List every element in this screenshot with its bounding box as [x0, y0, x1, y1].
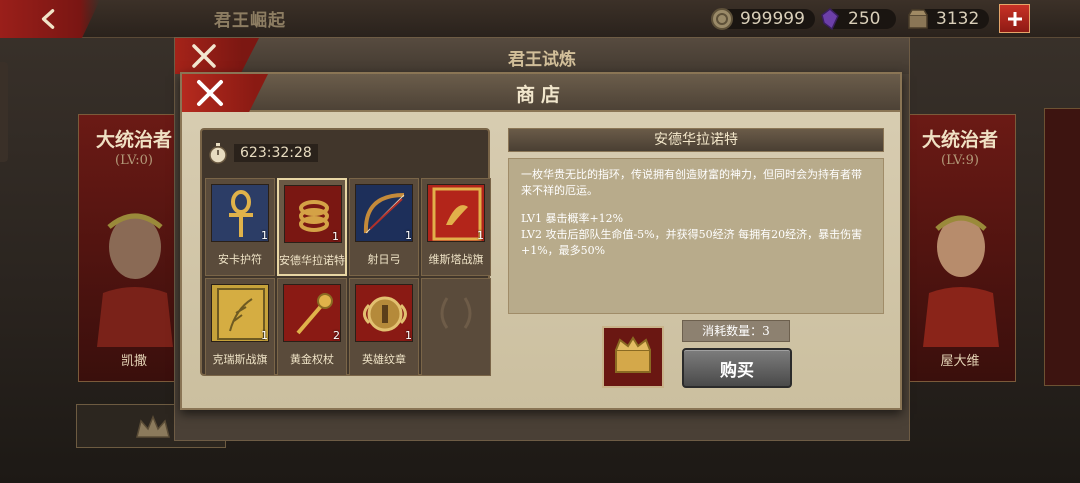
top-bar: 君王崛起 999999 250 3132 [0, 0, 1080, 38]
item-qty: 1 [261, 229, 268, 242]
buy-button[interactable]: 购买 [682, 348, 792, 388]
cost-amount: 消耗数量：3 [682, 320, 790, 342]
item-slot-hero-emblem[interactable]: 1 英雄纹章 [349, 278, 419, 376]
item-slot-andvaranaut[interactable]: 1 安德华拉诺特 [277, 178, 347, 276]
item-qty: 1 [261, 329, 268, 342]
item-slot-ankh[interactable]: 1 安卡护符 [205, 178, 275, 276]
shop-header: 商店 [182, 74, 900, 112]
stopwatch-icon [209, 143, 227, 164]
item-description: 一枚华贵无比的指环，传说拥有创造财富的神力，但同时会为持有者带来不祥的厄运。 [521, 168, 862, 197]
coin-icon [711, 8, 733, 30]
coin-resource: 999999 [710, 7, 815, 31]
item-qty: 1 [405, 329, 412, 342]
item-qty: 1 [477, 229, 484, 242]
item-qty: 2 [333, 329, 340, 342]
item-qty: 1 [405, 229, 412, 242]
timer-value: 623:32:28 [234, 144, 318, 162]
item-label: 安德华拉诺特 [279, 254, 345, 267]
item-label: 安卡护符 [218, 253, 262, 266]
hero-name: 凯撒 [120, 354, 147, 369]
hero-card-partial[interactable] [1044, 108, 1080, 386]
item-label: 黄金权杖 [290, 353, 334, 366]
item-detail-title: 安德华拉诺特 [508, 128, 884, 152]
close-icon [197, 80, 223, 106]
item-qty: 1 [332, 230, 339, 243]
hero-rank: 大统治者 [95, 129, 172, 151]
shop-dialog: 商店 623:32:28 1 安卡护符 1 安德华拉诺特 1 射日弓 1 维斯塔… [180, 72, 902, 410]
item-label: 英雄纹章 [362, 353, 406, 366]
top-title: 君王崛起 [214, 11, 286, 31]
item-effect-lv1: LV1 暴击概率+12% [521, 212, 624, 225]
hero-level: (LV:9) [941, 153, 979, 168]
item-label: 维斯塔战旗 [428, 253, 484, 266]
octavian-portrait-icon [923, 215, 999, 347]
shop-title: 商店 [515, 84, 566, 106]
item-slots: 1 安卡护符 1 安德华拉诺特 1 射日弓 1 维斯塔战旗 1 克瑞斯战旗 2 … [205, 178, 491, 376]
hero-level: (LV:0) [115, 153, 153, 168]
close-icon [192, 44, 216, 68]
item-grid-panel: 623:32:28 1 安卡护符 1 安德华拉诺特 1 射日弓 1 维斯塔战旗 … [200, 128, 491, 376]
item-effect-lv2: LV2 攻击后部队生命值-5%，并获得50经济 每拥有20经济，暴击伤害+1%，… [521, 228, 863, 257]
laurel-placeholder-icon [427, 284, 485, 342]
caesar-portrait-icon [97, 213, 173, 347]
hero-rank: 大统治者 [921, 129, 998, 151]
hero-card-right[interactable]: 大统治者 (LV:9) 屋大维 [904, 114, 1016, 382]
item-slot-vesta-banner[interactable]: 1 维斯塔战旗 [421, 178, 491, 276]
back-button[interactable] [0, 0, 100, 38]
supply-chest-icon [908, 9, 928, 29]
add-resource-button[interactable] [999, 4, 1030, 33]
item-label: 克瑞斯战旗 [212, 353, 268, 366]
crown-icon [136, 415, 170, 438]
item-label: 射日弓 [367, 253, 401, 266]
refresh-timer: 623:32:28 [208, 142, 318, 164]
trial-dialog-title: 君王试炼 [508, 50, 576, 70]
gem-resource: 250 [818, 7, 897, 31]
plus-icon [1007, 11, 1022, 26]
back-arrow-icon [41, 9, 55, 29]
item-slot-golden-scepter[interactable]: 2 黄金权杖 [277, 278, 347, 376]
side-scroll-tab[interactable] [0, 62, 8, 162]
item-detail-description: 一枚华贵无比的指环，传说拥有创造财富的神力，但同时会为持有者带来不祥的厄运。 L… [508, 158, 884, 314]
item-slot-ceres-banner[interactable]: 1 克瑞斯战旗 [205, 278, 275, 376]
supply-resource: 3132 [906, 7, 990, 31]
trial-dialog-header: 君王试炼 [175, 38, 909, 74]
crown-coin-icon [602, 326, 664, 388]
item-slot-empty [421, 278, 491, 376]
hero-name: 屋大维 [940, 354, 980, 369]
gem-icon [821, 8, 839, 31]
item-slot-bow[interactable]: 1 射日弓 [349, 178, 419, 276]
